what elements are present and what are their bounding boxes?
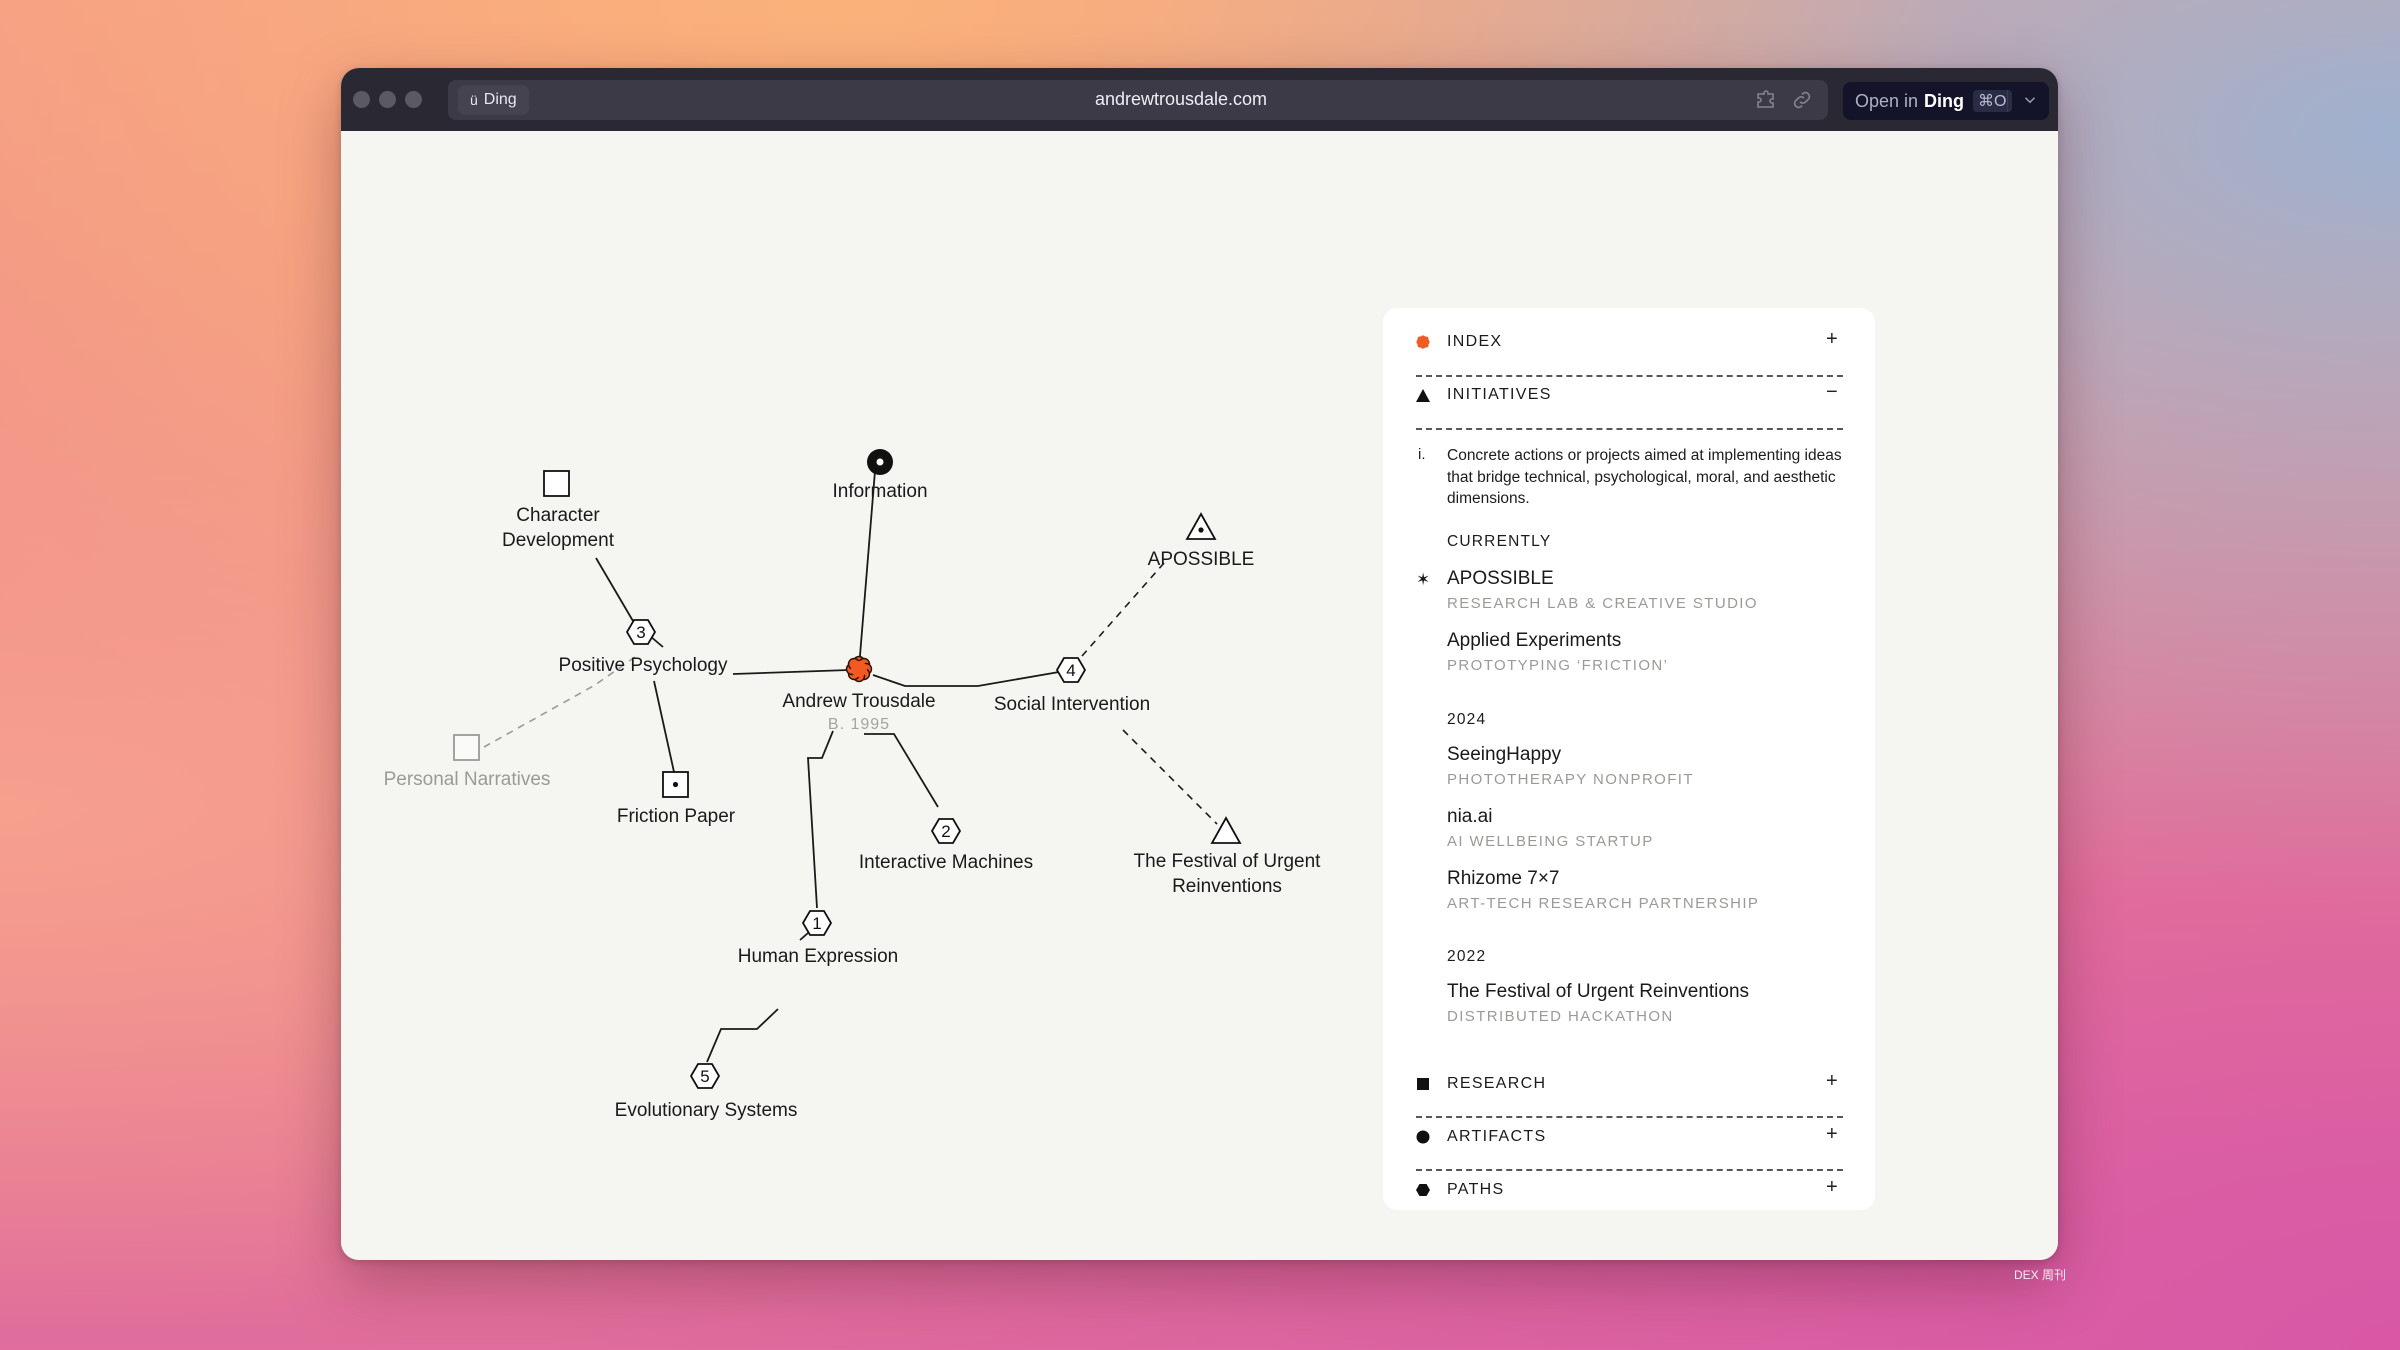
information-node-icon[interactable]	[867, 449, 893, 475]
ding-app-chip[interactable]: ü Ding	[458, 85, 529, 115]
link-icon[interactable]	[1790, 88, 1814, 112]
open-in-ding-button[interactable]: Open in Ding ⌘O	[1843, 82, 2049, 120]
initiative-subtitle: AI WELLBEING STARTUP	[1447, 833, 1654, 850]
section-initiatives[interactable]: INITIATIVES −	[1416, 369, 1843, 421]
open-in-label: Open in	[1855, 90, 1919, 111]
divider	[2007, 90, 2008, 112]
initiative-title[interactable]: nia.ai	[1447, 806, 1492, 828]
edge-hex1-tail	[799, 932, 809, 941]
hexagon-number: 5	[700, 1067, 709, 1086]
expand-toggle[interactable]: +	[1826, 1176, 1839, 1199]
browser-window: ü Ding andrewtrousdale.com Open in Ding …	[341, 68, 2058, 1260]
initiative-title[interactable]: SeeingHappy	[1447, 744, 1561, 766]
edge-center-human	[807, 730, 834, 909]
watermark: DEX 周刊	[2014, 1268, 2067, 1282]
node-label-festival[interactable]: The Festival of Urgent Reinventions	[1134, 849, 1321, 899]
apossible-triangle-icon[interactable]	[1185, 512, 1217, 540]
expand-toggle[interactable]: +	[1826, 1070, 1839, 1093]
initiative-subtitle: PHOTOTHERAPY NONPROFIT	[1447, 771, 1694, 788]
center-node-burst-icon[interactable]	[845, 655, 873, 683]
section-paths[interactable]: PATHS +	[1416, 1164, 1843, 1216]
index-panel: INDEX + INITIATIVES − i. Concrete action…	[1383, 308, 1875, 1210]
node-label-character-development[interactable]: Character Development	[502, 503, 614, 553]
circle-icon	[1416, 1130, 1430, 1144]
extension-icon[interactable]	[1755, 88, 1779, 112]
edge-center-positive-psychology	[732, 669, 850, 675]
evolutionary-systems-hexagon-icon[interactable]: 5	[690, 1063, 720, 1089]
star-icon: ✶	[1416, 570, 1431, 589]
open-in-app-name: Ding	[1924, 90, 1965, 111]
node-label-apossible[interactable]: APOSSIBLE	[1148, 547, 1255, 572]
node-label-human-expression[interactable]: Human Expression	[738, 944, 899, 969]
positive-psychology-hexagon-icon[interactable]: 3	[626, 619, 656, 645]
expand-toggle[interactable]: +	[1826, 328, 1839, 351]
character-development-node-icon[interactable]	[543, 470, 570, 497]
chevron-down-icon[interactable]	[2021, 91, 2039, 109]
section-label: INDEX	[1447, 333, 1503, 350]
initiative-title[interactable]: Rhizome 7×7	[1447, 868, 1559, 890]
node-label-friction-paper[interactable]: Friction Paper	[617, 804, 735, 829]
maximize-window-button[interactable]	[405, 91, 422, 108]
section-label: ARTIFACTS	[1447, 1128, 1547, 1145]
edge-center-interactive	[864, 733, 939, 808]
hexagon-number: 3	[636, 623, 645, 642]
edge-social-apossible	[1081, 562, 1165, 657]
edge-center-social-intervention	[872, 671, 1060, 687]
orange-burst-icon	[1416, 335, 1430, 349]
hexagon-number: 2	[941, 822, 950, 841]
divider	[1416, 428, 1843, 430]
group-label: 2024	[1447, 711, 1487, 728]
url-text[interactable]: andrewtrousdale.com	[941, 68, 1421, 131]
festival-triangle-icon[interactable]	[1210, 816, 1242, 844]
section-label: RESEARCH	[1447, 1075, 1547, 1092]
close-window-button[interactable]	[353, 91, 370, 108]
node-label-center[interactable]: Andrew Trousdale	[782, 689, 935, 714]
page-content: 3 4 2 1 5 Information Character Developm…	[341, 131, 2058, 1260]
section-research[interactable]: RESEARCH +	[1416, 1058, 1843, 1110]
square-icon	[1416, 1077, 1430, 1091]
edge-human-evolutionary	[706, 1008, 779, 1063]
initiative-subtitle: PROTOTYPING ‘FRICTION’	[1447, 657, 1669, 674]
node-label-information[interactable]: Information	[832, 479, 927, 504]
group-label: CURRENTLY	[1447, 533, 1552, 550]
interactive-machines-hexagon-icon[interactable]: 2	[931, 818, 961, 844]
edge-social-festival	[1122, 729, 1218, 825]
edge-hex3-friction	[653, 680, 675, 773]
section-label: PATHS	[1447, 1181, 1505, 1198]
group-label: 2022	[1447, 948, 1487, 965]
node-label-positive-psychology[interactable]: Positive Psychology	[559, 653, 728, 678]
minimize-window-button[interactable]	[379, 91, 396, 108]
description-numeral: i.	[1418, 446, 1426, 463]
title-bar: ü Ding andrewtrousdale.com Open in Ding …	[341, 68, 2058, 131]
hexagon-number: 1	[812, 914, 821, 933]
node-label-evolutionary-systems[interactable]: Evolutionary Systems	[615, 1098, 798, 1123]
section-artifacts[interactable]: ARTIFACTS +	[1416, 1111, 1843, 1163]
section-label: INITIATIVES	[1447, 386, 1552, 403]
triangle-icon	[1416, 388, 1430, 402]
node-label-personal-narratives[interactable]: Personal Narratives	[384, 767, 551, 792]
initiatives-description: Concrete actions or projects aimed at im…	[1447, 447, 1842, 507]
section-index[interactable]: INDEX +	[1416, 316, 1843, 368]
human-expression-hexagon-icon[interactable]: 1	[802, 910, 832, 936]
hexagon-number: 4	[1066, 661, 1075, 680]
app-chip-label: Ding	[483, 91, 517, 108]
initiative-subtitle: ART-TECH RESEARCH PARTNERSHIP	[1447, 895, 1760, 912]
collapse-toggle[interactable]: −	[1826, 381, 1839, 404]
edge-chardev-hex3	[595, 557, 634, 622]
smiley-icon: ü	[470, 92, 478, 108]
personal-narratives-node-icon[interactable]	[453, 734, 480, 761]
expand-toggle[interactable]: +	[1826, 1123, 1839, 1146]
node-label-social-intervention[interactable]: Social Intervention	[994, 692, 1150, 717]
initiative-title[interactable]: Applied Experiments	[1447, 630, 1621, 652]
initiative-subtitle: DISTRIBUTED HACKATHON	[1447, 1008, 1674, 1025]
node-label-interactive-machines[interactable]: Interactive Machines	[859, 850, 1033, 875]
shortcut-badge: ⌘O	[1973, 90, 2012, 112]
node-sub-birth-year: B. 1995	[827, 716, 891, 733]
initiative-title[interactable]: The Festival of Urgent Reinventions	[1447, 981, 1749, 1003]
initiative-subtitle: RESEARCH LAB & CREATIVE STUDIO	[1447, 595, 1758, 612]
initiative-title[interactable]: APOSSIBLE	[1447, 568, 1554, 590]
friction-paper-node-icon[interactable]	[662, 771, 689, 798]
hexagon-icon	[1416, 1183, 1430, 1197]
social-intervention-hexagon-icon[interactable]: 4	[1056, 657, 1086, 683]
